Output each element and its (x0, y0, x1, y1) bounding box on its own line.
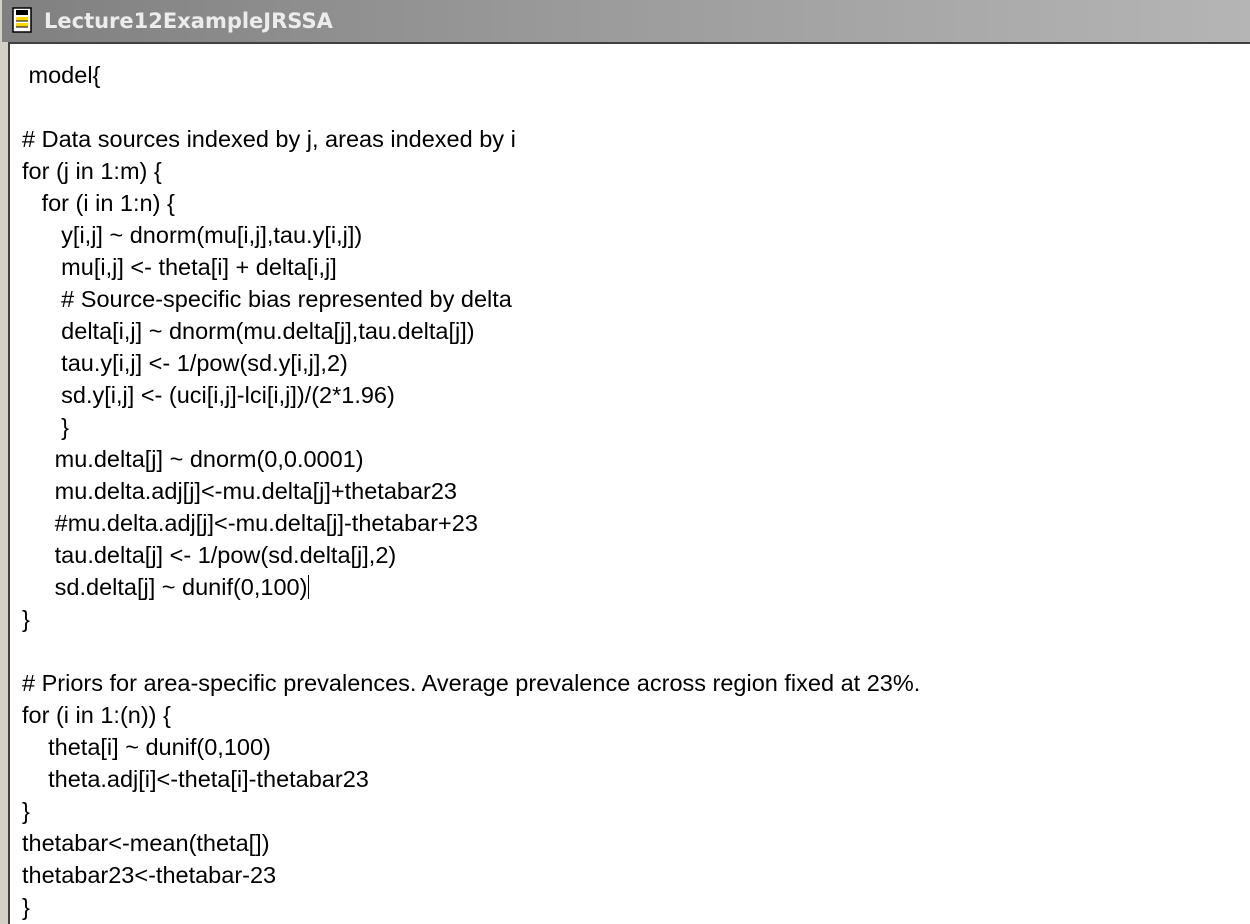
code-line[interactable]: delta[i,j] ~ dnorm(mu.delta[j],tau.delta… (22, 315, 920, 347)
code-line[interactable]: y[i,j] ~ dnorm(mu[i,j],tau.y[i,j]) (22, 219, 920, 251)
code-line[interactable]: for (i in 1:(n)) { (22, 699, 920, 731)
code-line[interactable]: sd.y[i,j] <- (uci[i,j]-lci[i,j])/(2*1.96… (22, 379, 920, 411)
code-line[interactable]: # Source-specific bias represented by de… (22, 283, 920, 315)
code-line[interactable]: for (i in 1:n) { (22, 187, 920, 219)
code-line[interactable]: for (j in 1:m) { (22, 155, 920, 187)
window-title: Lecture12ExampleJRSSA (44, 9, 333, 33)
code-line[interactable]: tau.y[i,j] <- 1/pow(sd.y[i,j],2) (22, 347, 920, 379)
text-caret (308, 575, 310, 599)
code-line[interactable]: mu[i,j] <- theta[i] + delta[i,j] (22, 251, 920, 283)
code-line[interactable] (22, 91, 920, 123)
code-line[interactable]: tau.delta[j] <- 1/pow(sd.delta[j],2) (22, 539, 920, 571)
code-line[interactable]: } (22, 411, 920, 443)
code-line[interactable]: thetabar<-mean(theta[]) (22, 827, 920, 859)
title-bar[interactable]: Lecture12ExampleJRSSA (2, 0, 1250, 42)
code-line[interactable]: } (22, 795, 920, 827)
code-text[interactable]: model{ # Data sources indexed by j, areas… (22, 59, 920, 923)
code-line[interactable]: # Priors for area-specific prevalences. … (22, 667, 920, 699)
document-icon[interactable] (10, 6, 36, 36)
code-line[interactable]: } (22, 603, 920, 635)
code-line[interactable]: # Data sources indexed by j, areas index… (22, 123, 920, 155)
code-line[interactable]: theta.adj[i]<-theta[i]-thetabar23 (22, 763, 920, 795)
code-line[interactable] (22, 635, 920, 667)
code-editor[interactable]: model{ # Data sources indexed by j, areas… (8, 42, 1250, 924)
code-line[interactable]: model{ (22, 59, 920, 91)
code-line[interactable]: mu.delta.adj[j]<-mu.delta[j]+thetabar23 (22, 475, 920, 507)
code-line[interactable]: thetabar23<-thetabar-23 (22, 859, 920, 891)
code-line[interactable]: #mu.delta.adj[j]<-mu.delta[j]-thetabar+2… (22, 507, 920, 539)
editor-window: Lecture12ExampleJRSSA model{ # Data sourc… (0, 0, 1250, 924)
code-line[interactable]: mu.delta[j] ~ dnorm(0,0.0001) (22, 443, 920, 475)
code-line[interactable]: sd.delta[j] ~ dunif(0,100) (22, 571, 920, 603)
code-line[interactable]: theta[i] ~ dunif(0,100) (22, 731, 920, 763)
code-line[interactable]: } (22, 891, 920, 923)
